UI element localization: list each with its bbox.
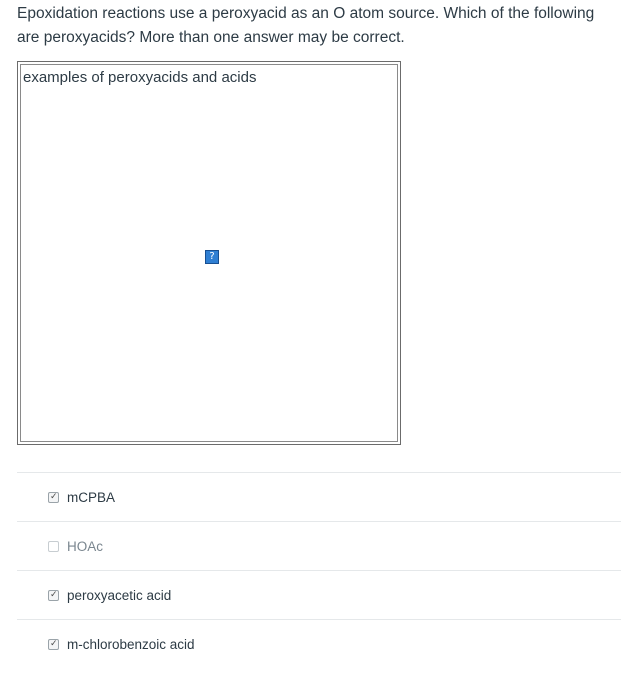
checkbox-checked[interactable]: ✓ xyxy=(48,590,59,601)
checkbox-unchecked[interactable] xyxy=(48,541,59,552)
answer-label[interactable]: m-chlorobenzoic acid xyxy=(67,636,195,654)
answer-option[interactable]: ✓ mCPBA xyxy=(17,472,621,521)
answer-label[interactable]: mCPBA xyxy=(67,489,115,507)
broken-image-icon: ? xyxy=(205,250,219,264)
checkmark-icon: ✓ xyxy=(50,590,58,600)
image-inner-border: examples of peroxyacids and acids ? xyxy=(20,64,398,442)
answer-label[interactable]: peroxyacetic acid xyxy=(67,587,171,605)
answer-option[interactable]: HOAc xyxy=(17,521,621,570)
checkbox-checked[interactable]: ✓ xyxy=(48,492,59,503)
checkmark-icon: ✓ xyxy=(50,639,58,649)
question-image: examples of peroxyacids and acids ? xyxy=(17,61,401,445)
question-text: Epoxidation reactions use a peroxyacid a… xyxy=(17,5,595,46)
image-alt-text: examples of peroxyacids and acids xyxy=(23,69,257,86)
answer-option[interactable]: ✓ peroxyacetic acid xyxy=(17,570,621,619)
checkbox-checked[interactable]: ✓ xyxy=(48,639,59,650)
answer-label[interactable]: HOAc xyxy=(67,538,103,556)
checkmark-icon: ✓ xyxy=(50,492,58,502)
answer-list: ✓ mCPBA HOAc ✓ peroxyacetic acid ✓ m-chl… xyxy=(17,472,621,668)
answer-option[interactable]: ✓ m-chlorobenzoic acid xyxy=(17,619,621,668)
